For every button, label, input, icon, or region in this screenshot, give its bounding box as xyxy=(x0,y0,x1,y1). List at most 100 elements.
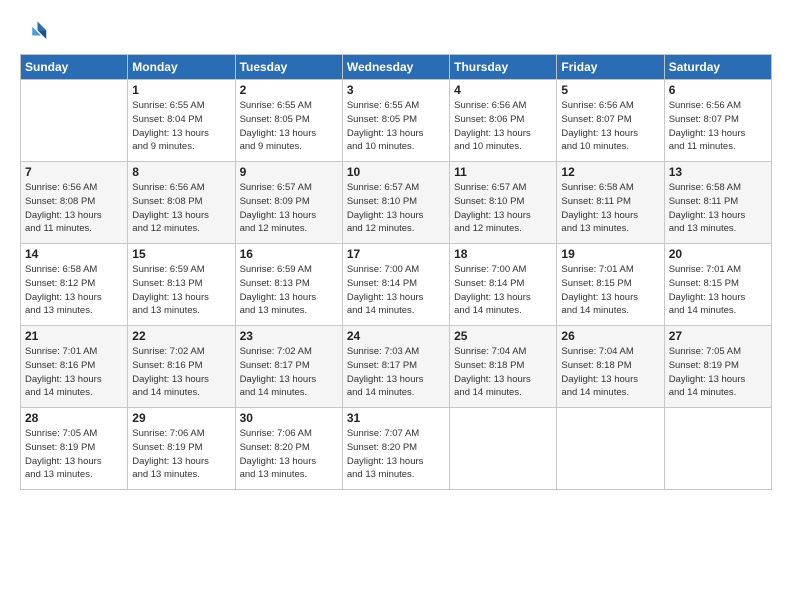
calendar-week-row: 7Sunrise: 6:56 AMSunset: 8:08 PMDaylight… xyxy=(21,162,772,244)
calendar-cell: 30 Sunrise: 7:06 AMSunset: 8:20 PMDayligh… xyxy=(235,408,342,490)
day-info: Sunrise: 6:56 AMSunset: 8:07 PMDaylight:… xyxy=(561,99,659,154)
calendar-cell: 21 Sunrise: 7:01 AMSunset: 8:16 PMDayligh… xyxy=(21,326,128,408)
day-info: Sunrise: 7:02 AMSunset: 8:17 PMDaylight:… xyxy=(240,345,338,400)
day-info: Sunrise: 6:59 AMSunset: 8:13 PMDaylight:… xyxy=(240,263,338,318)
calendar-cell: 4 Sunrise: 6:56 AMSunset: 8:06 PMDaylight… xyxy=(450,80,557,162)
day-info: Sunrise: 7:04 AMSunset: 8:18 PMDaylight:… xyxy=(454,345,552,400)
day-number: 23 xyxy=(240,329,338,343)
calendar-cell: 1 Sunrise: 6:55 AMSunset: 8:04 PMDaylight… xyxy=(128,80,235,162)
day-info: Sunrise: 7:01 AMSunset: 8:15 PMDaylight:… xyxy=(669,263,767,318)
calendar-cell xyxy=(21,80,128,162)
day-number: 8 xyxy=(132,165,230,179)
calendar-header-sunday: Sunday xyxy=(21,55,128,80)
calendar-cell: 7Sunrise: 6:56 AMSunset: 8:08 PMDaylight… xyxy=(21,162,128,244)
page: SundayMondayTuesdayWednesdayThursdayFrid… xyxy=(0,0,792,612)
day-number: 21 xyxy=(25,329,123,343)
calendar-cell xyxy=(557,408,664,490)
day-number: 9 xyxy=(240,165,338,179)
day-number: 26 xyxy=(561,329,659,343)
day-info: Sunrise: 7:00 AMSunset: 8:14 PMDaylight:… xyxy=(347,263,445,318)
calendar-header-row: SundayMondayTuesdayWednesdayThursdayFrid… xyxy=(21,55,772,80)
calendar-header-tuesday: Tuesday xyxy=(235,55,342,80)
day-info: Sunrise: 6:55 AMSunset: 8:05 PMDaylight:… xyxy=(240,99,338,154)
calendar-cell: 26 Sunrise: 7:04 AMSunset: 8:18 PMDayligh… xyxy=(557,326,664,408)
day-info: Sunrise: 6:57 AMSunset: 8:10 PMDaylight:… xyxy=(347,181,445,236)
day-info: Sunrise: 6:58 AMSunset: 8:11 PMDaylight:… xyxy=(561,181,659,236)
calendar-cell: 18Sunrise: 7:00 AMSunset: 8:14 PMDayligh… xyxy=(450,244,557,326)
day-number: 6 xyxy=(669,83,767,97)
calendar-header-wednesday: Wednesday xyxy=(342,55,449,80)
day-number: 25 xyxy=(454,329,552,343)
day-number: 29 xyxy=(132,411,230,425)
day-number: 3 xyxy=(347,83,445,97)
day-info: Sunrise: 6:58 AMSunset: 8:12 PMDaylight:… xyxy=(25,263,123,318)
calendar-cell: 2 Sunrise: 6:55 AMSunset: 8:05 PMDaylight… xyxy=(235,80,342,162)
day-number: 20 xyxy=(669,247,767,261)
day-number: 15 xyxy=(132,247,230,261)
day-info: Sunrise: 7:00 AMSunset: 8:14 PMDaylight:… xyxy=(454,263,552,318)
header xyxy=(20,18,772,46)
day-number: 2 xyxy=(240,83,338,97)
calendar-cell: 5 Sunrise: 6:56 AMSunset: 8:07 PMDaylight… xyxy=(557,80,664,162)
day-info: Sunrise: 6:57 AMSunset: 8:10 PMDaylight:… xyxy=(454,181,552,236)
calendar-cell: 27 Sunrise: 7:05 AMSunset: 8:19 PMDayligh… xyxy=(664,326,771,408)
calendar-cell xyxy=(664,408,771,490)
day-info: Sunrise: 6:56 AMSunset: 8:07 PMDaylight:… xyxy=(669,99,767,154)
day-number: 14 xyxy=(25,247,123,261)
calendar-week-row: 1 Sunrise: 6:55 AMSunset: 8:04 PMDaylight… xyxy=(21,80,772,162)
calendar-cell: 3 Sunrise: 6:55 AMSunset: 8:05 PMDaylight… xyxy=(342,80,449,162)
day-number: 4 xyxy=(454,83,552,97)
calendar-cell: 28Sunrise: 7:05 AMSunset: 8:19 PMDayligh… xyxy=(21,408,128,490)
calendar-cell: 13Sunrise: 6:58 AMSunset: 8:11 PMDayligh… xyxy=(664,162,771,244)
day-info: Sunrise: 7:01 AMSunset: 8:16 PMDaylight:… xyxy=(25,345,123,400)
day-info: Sunrise: 7:02 AMSunset: 8:16 PMDaylight:… xyxy=(132,345,230,400)
day-info: Sunrise: 7:01 AMSunset: 8:15 PMDaylight:… xyxy=(561,263,659,318)
day-info: Sunrise: 7:03 AMSunset: 8:17 PMDaylight:… xyxy=(347,345,445,400)
day-info: Sunrise: 7:06 AMSunset: 8:20 PMDaylight:… xyxy=(240,427,338,482)
logo xyxy=(20,18,52,46)
calendar-cell: 9 Sunrise: 6:57 AMSunset: 8:09 PMDaylight… xyxy=(235,162,342,244)
calendar-cell: 19Sunrise: 7:01 AMSunset: 8:15 PMDayligh… xyxy=(557,244,664,326)
day-number: 13 xyxy=(669,165,767,179)
day-number: 30 xyxy=(240,411,338,425)
day-info: Sunrise: 7:04 AMSunset: 8:18 PMDaylight:… xyxy=(561,345,659,400)
day-number: 12 xyxy=(561,165,659,179)
calendar-cell: 6 Sunrise: 6:56 AMSunset: 8:07 PMDaylight… xyxy=(664,80,771,162)
day-info: Sunrise: 6:55 AMSunset: 8:05 PMDaylight:… xyxy=(347,99,445,154)
calendar-cell: 31Sunrise: 7:07 AMSunset: 8:20 PMDayligh… xyxy=(342,408,449,490)
calendar-table: SundayMondayTuesdayWednesdayThursdayFrid… xyxy=(20,54,772,490)
day-number: 22 xyxy=(132,329,230,343)
calendar-cell: 12 Sunrise: 6:58 AMSunset: 8:11 PMDayligh… xyxy=(557,162,664,244)
day-number: 5 xyxy=(561,83,659,97)
calendar-cell xyxy=(450,408,557,490)
calendar-header-friday: Friday xyxy=(557,55,664,80)
day-info: Sunrise: 7:05 AMSunset: 8:19 PMDaylight:… xyxy=(669,345,767,400)
calendar-cell: 10 Sunrise: 6:57 AMSunset: 8:10 PMDayligh… xyxy=(342,162,449,244)
calendar-week-row: 14 Sunrise: 6:58 AMSunset: 8:12 PMDayligh… xyxy=(21,244,772,326)
day-info: Sunrise: 6:56 AMSunset: 8:06 PMDaylight:… xyxy=(454,99,552,154)
calendar-cell: 11Sunrise: 6:57 AMSunset: 8:10 PMDayligh… xyxy=(450,162,557,244)
day-info: Sunrise: 6:56 AMSunset: 8:08 PMDaylight:… xyxy=(25,181,123,236)
day-info: Sunrise: 6:55 AMSunset: 8:04 PMDaylight:… xyxy=(132,99,230,154)
calendar-cell: 8 Sunrise: 6:56 AMSunset: 8:08 PMDaylight… xyxy=(128,162,235,244)
day-info: Sunrise: 6:57 AMSunset: 8:09 PMDaylight:… xyxy=(240,181,338,236)
calendar-cell: 24Sunrise: 7:03 AMSunset: 8:17 PMDayligh… xyxy=(342,326,449,408)
calendar-cell: 20 Sunrise: 7:01 AMSunset: 8:15 PMDayligh… xyxy=(664,244,771,326)
day-number: 1 xyxy=(132,83,230,97)
day-info: Sunrise: 7:06 AMSunset: 8:19 PMDaylight:… xyxy=(132,427,230,482)
day-info: Sunrise: 6:59 AMSunset: 8:13 PMDaylight:… xyxy=(132,263,230,318)
calendar-header-monday: Monday xyxy=(128,55,235,80)
day-number: 28 xyxy=(25,411,123,425)
calendar-header-saturday: Saturday xyxy=(664,55,771,80)
day-info: Sunrise: 7:07 AMSunset: 8:20 PMDaylight:… xyxy=(347,427,445,482)
calendar-cell: 16 Sunrise: 6:59 AMSunset: 8:13 PMDayligh… xyxy=(235,244,342,326)
calendar-cell: 14 Sunrise: 6:58 AMSunset: 8:12 PMDayligh… xyxy=(21,244,128,326)
day-number: 10 xyxy=(347,165,445,179)
calendar-cell: 15 Sunrise: 6:59 AMSunset: 8:13 PMDayligh… xyxy=(128,244,235,326)
day-number: 17 xyxy=(347,247,445,261)
calendar-cell: 17 Sunrise: 7:00 AMSunset: 8:14 PMDayligh… xyxy=(342,244,449,326)
day-info: Sunrise: 6:56 AMSunset: 8:08 PMDaylight:… xyxy=(132,181,230,236)
calendar-cell: 25 Sunrise: 7:04 AMSunset: 8:18 PMDayligh… xyxy=(450,326,557,408)
day-number: 16 xyxy=(240,247,338,261)
day-number: 27 xyxy=(669,329,767,343)
